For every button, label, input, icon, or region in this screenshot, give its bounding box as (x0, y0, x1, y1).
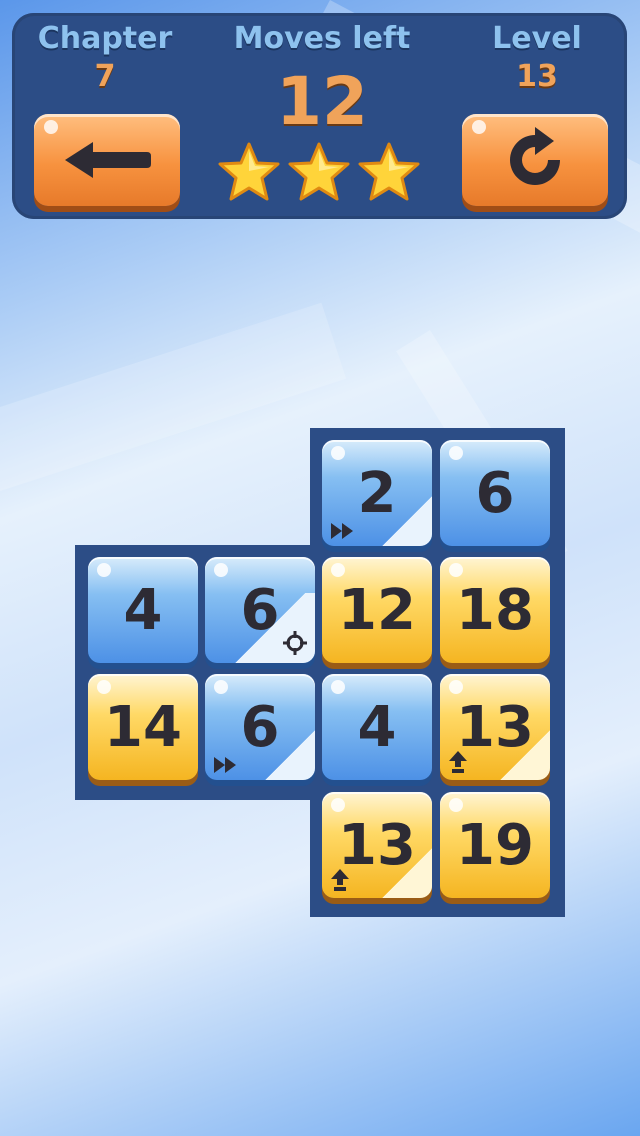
moves-left-label: Moves left (233, 21, 411, 56)
number-tile[interactable]: 4 (88, 557, 198, 663)
chapter-label: Chapter (37, 21, 173, 56)
tile-number: 12 (338, 577, 416, 643)
back-button[interactable] (34, 114, 180, 206)
tile-number: 6 (240, 694, 280, 760)
number-tile[interactable]: 12 (322, 557, 432, 663)
tile-number: 19 (456, 812, 534, 878)
number-tile[interactable]: 18 (440, 557, 550, 663)
chapter-value: 7 (94, 59, 116, 94)
level-value: 13 (516, 59, 558, 94)
crosshair-icon (283, 631, 307, 655)
up-arrow-icon (331, 869, 349, 891)
left-arrow-icon (65, 142, 151, 178)
tile-number: 18 (456, 577, 534, 643)
star-icon (288, 142, 350, 201)
moves-left-value: 12 (276, 63, 368, 140)
number-tile[interactable]: 4 (322, 674, 432, 780)
number-tile[interactable]: 13 (440, 674, 550, 780)
background-shard (0, 302, 347, 497)
up-arrow-icon (449, 751, 467, 773)
tile-number: 6 (475, 460, 515, 526)
tile-number: 6 (240, 577, 280, 643)
fast-forward-icon (331, 523, 353, 539)
restart-icon (510, 127, 560, 185)
tile-number: 2 (357, 460, 397, 526)
level-label: Level (492, 21, 582, 56)
number-tile[interactable]: 2 (322, 440, 432, 546)
number-tile[interactable]: 6 (205, 674, 315, 780)
top-hud-panel: Chapter 7 Moves left 12 Level 13 (12, 13, 627, 219)
star-icon (358, 142, 420, 201)
tile-number: 4 (357, 694, 397, 760)
restart-button[interactable] (462, 114, 608, 206)
number-tile[interactable]: 13 (322, 792, 432, 898)
tile-number: 14 (104, 694, 182, 760)
number-tile[interactable]: 19 (440, 792, 550, 898)
number-tile[interactable]: 6 (440, 440, 550, 546)
number-tile[interactable]: 14 (88, 674, 198, 780)
number-tile[interactable]: 6 (205, 557, 315, 663)
star-icon (218, 142, 280, 201)
fast-forward-icon (214, 757, 236, 773)
tile-number: 4 (123, 577, 163, 643)
